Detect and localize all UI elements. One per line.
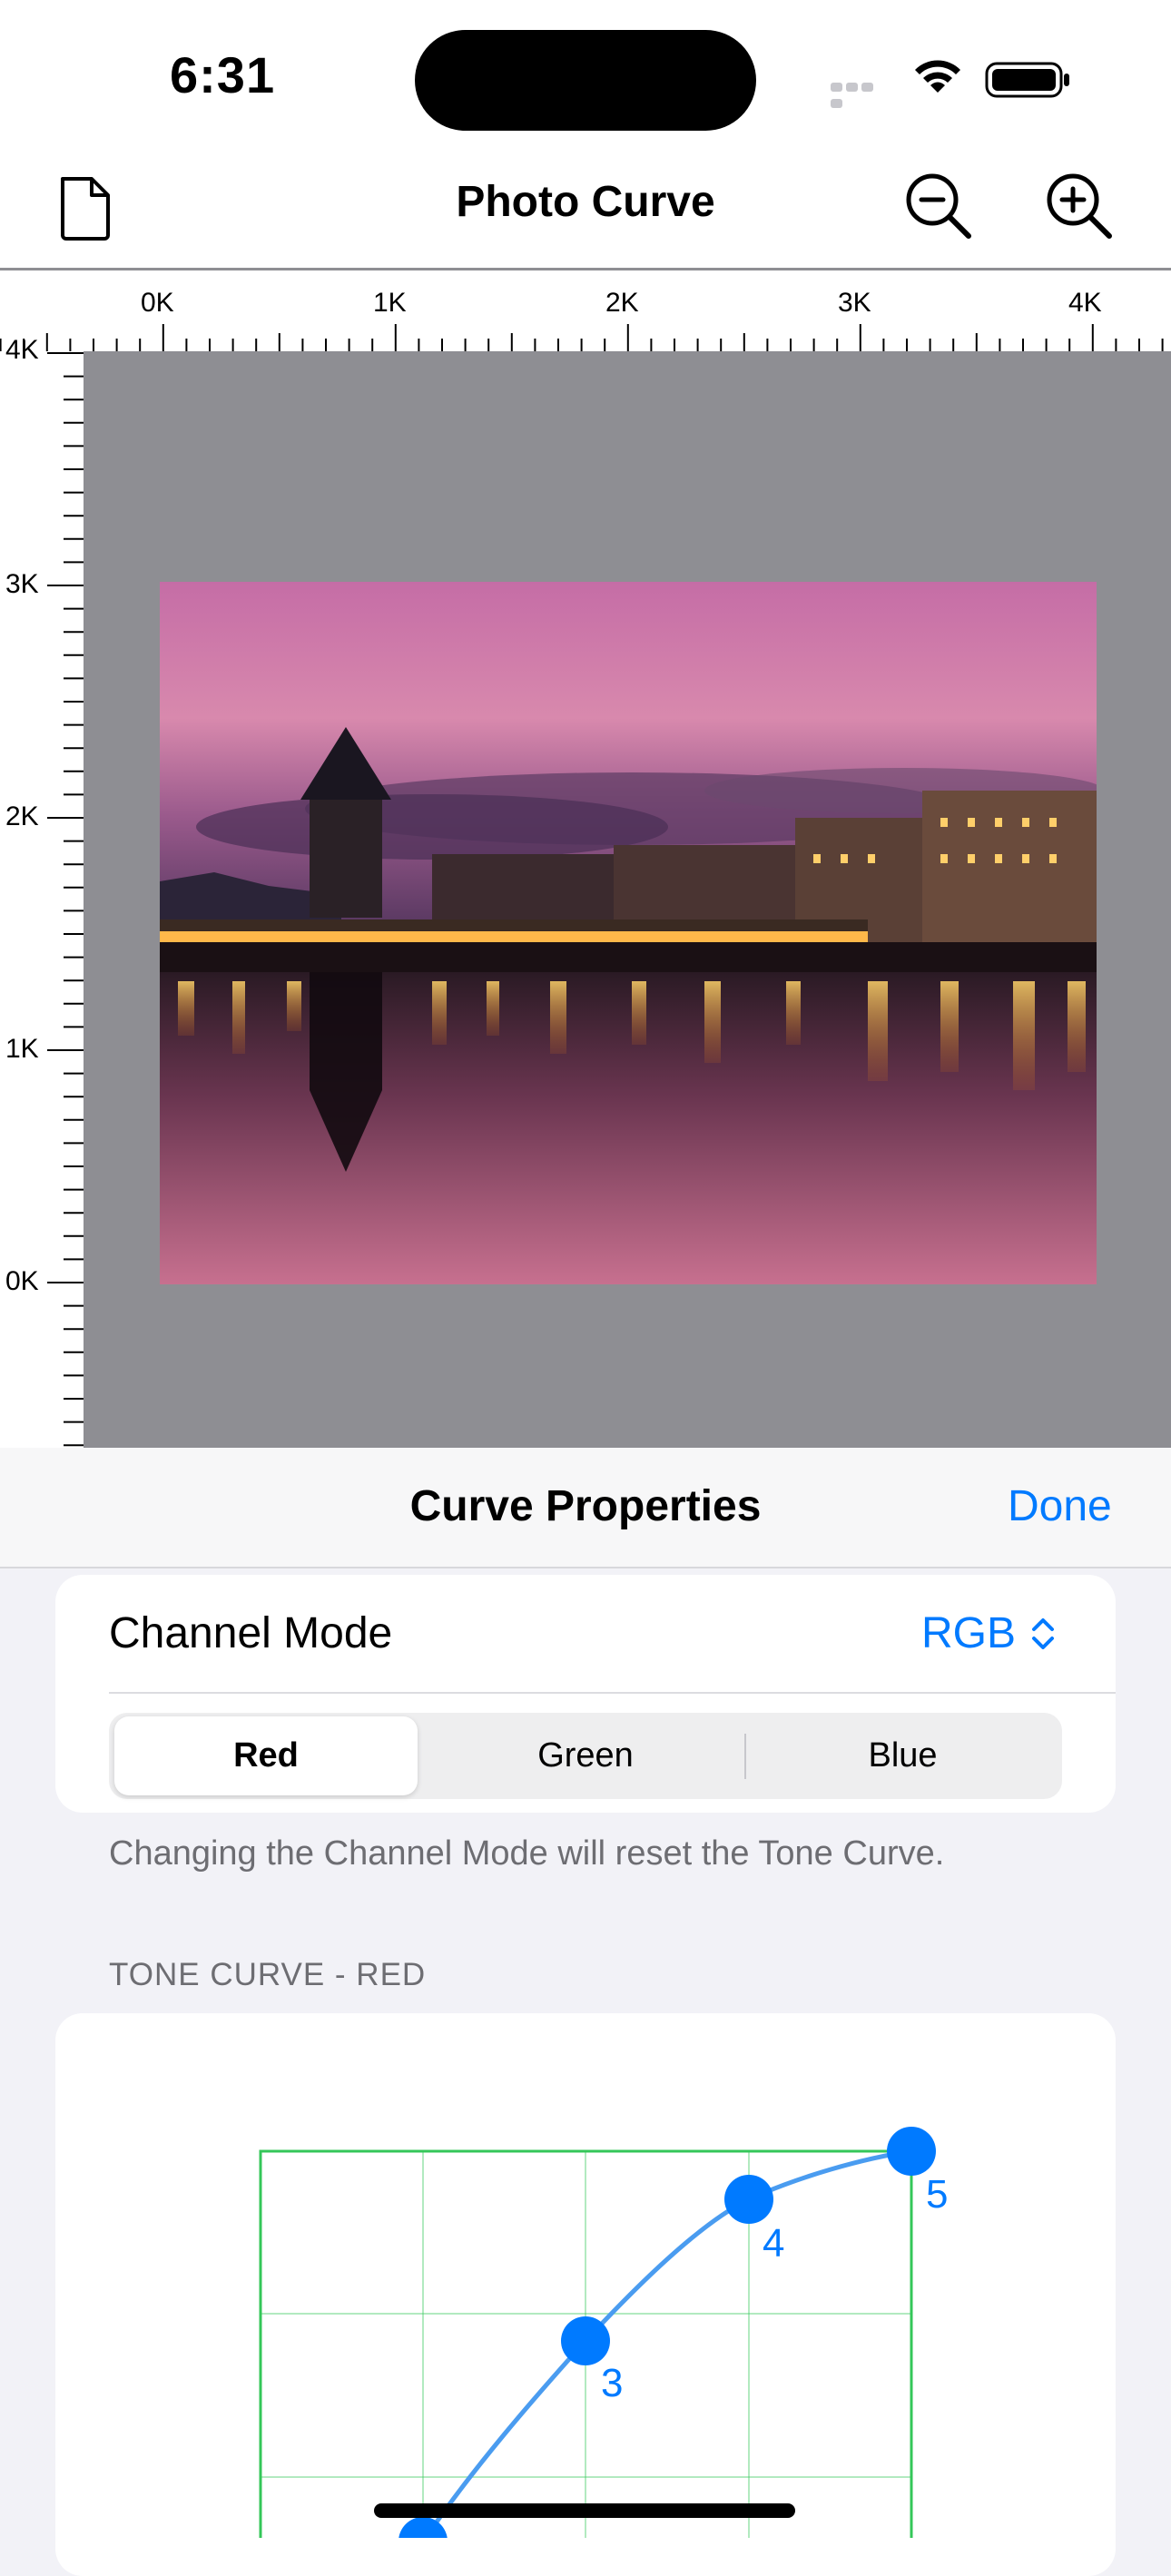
- horizontal-ruler: 0K 1K 2K 3K 4K: [0, 268, 1171, 351]
- tone-curve-card: [55, 2013, 1116, 2576]
- ruler-label-4k: 4K: [1068, 288, 1102, 318]
- vertical-ruler: 4K 3K 2K 1K 0K: [0, 335, 84, 1448]
- segment-red[interactable]: Red: [114, 1716, 418, 1795]
- photo-image[interactable]: [160, 582, 1097, 1284]
- channel-mode-value: RGB: [921, 1609, 1017, 1657]
- segment-blue[interactable]: Blue: [746, 1716, 1059, 1795]
- ruler-label-3k: 3K: [838, 288, 871, 318]
- ruler-label-v0k: 0K: [5, 1266, 39, 1296]
- sheet-title: Curve Properties: [409, 1482, 762, 1530]
- chevron-up-down-icon: [1032, 1617, 1055, 1649]
- channel-mode-footer: Changing the Channel Mode will reset the…: [109, 1834, 945, 1873]
- horizontal-ruler-ticks: [0, 324, 1164, 351]
- channel-mode-picker[interactable]: RGB: [921, 1608, 1058, 1658]
- zoom-out-icon[interactable]: [903, 171, 976, 243]
- ruler-label-v4k: 4K: [5, 335, 39, 365]
- cellular-signal-icon: [831, 80, 891, 108]
- segment-green[interactable]: Green: [427, 1716, 744, 1795]
- home-indicator: [374, 2503, 795, 2518]
- ruler-label-1k: 1K: [373, 288, 407, 318]
- ruler-label-2k: 2K: [605, 288, 639, 318]
- done-button[interactable]: Done: [1008, 1481, 1112, 1531]
- ruler-label-v1k: 1K: [5, 1034, 39, 1064]
- ruler-label-0k: 0K: [141, 288, 174, 318]
- page-title: Photo Curve: [456, 178, 715, 226]
- tone-curve-header: TONE CURVE - RED: [109, 1957, 427, 1992]
- divider: [109, 1692, 1116, 1694]
- channel-mode-label: Channel Mode: [109, 1609, 393, 1657]
- ruler-label-v3k: 3K: [5, 569, 39, 599]
- ruler-label-v2k: 2K: [5, 801, 39, 831]
- battery-icon: [985, 62, 1069, 98]
- dynamic-island: [415, 30, 756, 131]
- wifi-icon: [915, 60, 960, 93]
- status-time: 6:31: [170, 46, 276, 103]
- zoom-in-icon[interactable]: [1044, 171, 1117, 243]
